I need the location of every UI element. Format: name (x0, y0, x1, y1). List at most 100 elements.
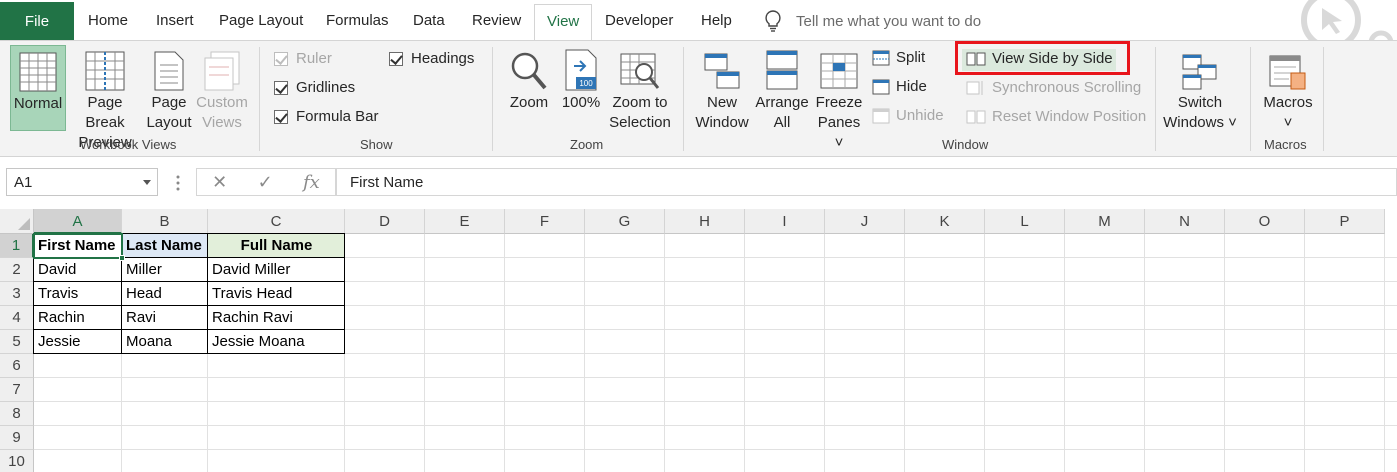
group-label-zoom: Zoom (570, 137, 604, 152)
column-header-j[interactable]: J (825, 209, 905, 234)
row-header-9[interactable]: 9 (0, 426, 34, 450)
tell-me-search[interactable]: Tell me what you want to do (764, 10, 981, 32)
new-window-button[interactable]: New Window (694, 45, 750, 133)
column-header-g[interactable]: G (585, 209, 665, 234)
column-header-i[interactable]: I (745, 209, 825, 234)
tab-review[interactable]: Review (472, 12, 521, 29)
custom-views-icon (204, 45, 240, 91)
cell-a4[interactable]: Rachin (34, 306, 122, 330)
column-header-f[interactable]: F (505, 209, 585, 234)
zoom-button[interactable]: Zoom (505, 45, 553, 113)
row-header-1[interactable]: 1 (0, 234, 34, 258)
select-all-button[interactable] (0, 209, 34, 234)
split-button[interactable]: Split (872, 49, 925, 66)
cell-b1[interactable]: Last Name (122, 234, 208, 258)
column-header-d[interactable]: D (345, 209, 425, 234)
cell-c1[interactable]: Full Name (208, 234, 345, 258)
zoom-100-button[interactable]: 100 100% (559, 45, 603, 113)
custom-views-button[interactable]: Custom Views (194, 45, 250, 133)
sync-scroll-icon (966, 80, 983, 95)
cell-c2[interactable]: David Miller (208, 258, 345, 282)
table-border-h (34, 281, 345, 282)
zoom-100-label: 100% (561, 94, 601, 111)
row-header-8[interactable]: 8 (0, 402, 34, 426)
cell-c4[interactable]: Rachin Ravi (208, 306, 345, 330)
tab-page-layout[interactable]: Page Layout (219, 12, 303, 29)
tab-insert[interactable]: Insert (156, 12, 194, 29)
name-box[interactable]: A1 (6, 168, 158, 196)
cell-c5[interactable]: Jessie Moana (208, 330, 345, 354)
group-label-workbook-views: Workbook Views (80, 137, 177, 152)
column-header-b[interactable]: B (122, 209, 208, 234)
arrange-all-label-2: All (773, 114, 791, 131)
tab-view[interactable]: View (534, 4, 593, 41)
cell-b3[interactable]: Head (122, 282, 208, 306)
macros-button[interactable]: Macros ˅ (1260, 45, 1316, 133)
reset-window-position-button[interactable]: Reset Window Position (966, 108, 1146, 125)
row-header-6[interactable]: 6 (0, 354, 34, 378)
active-cell-selection (33, 233, 123, 259)
row-header-2[interactable]: 2 (0, 258, 34, 282)
insert-function-icon[interactable]: fx (303, 172, 320, 193)
tab-help[interactable]: Help (701, 12, 732, 29)
cell-a5[interactable]: Jessie (34, 330, 122, 354)
column-header-l[interactable]: L (985, 209, 1065, 234)
group-label-window: Window (942, 137, 989, 152)
synchronous-scrolling-button[interactable]: Synchronous Scrolling (966, 79, 1141, 96)
formula-input[interactable]: First Name (336, 168, 1397, 196)
fill-handle[interactable] (119, 255, 125, 261)
tab-formulas[interactable]: Formulas (326, 12, 389, 29)
row-header-7[interactable]: 7 (0, 378, 34, 402)
highlight-annotation-box (955, 41, 1130, 75)
name-box-value: A1 (14, 174, 33, 191)
cell-b4[interactable]: Ravi (122, 306, 208, 330)
gridline-h (34, 401, 1397, 402)
cell-a2[interactable]: David (34, 258, 122, 282)
gridlines-checkbox[interactable]: Gridlines (274, 79, 355, 96)
chevron-down-icon[interactable] (143, 180, 151, 185)
cell-b2[interactable]: Miller (122, 258, 208, 282)
row-header-4[interactable]: 4 (0, 306, 34, 330)
normal-view-button[interactable]: Normal (10, 45, 66, 131)
column-header-n[interactable]: N (1145, 209, 1225, 234)
column-header-c[interactable]: C (208, 209, 345, 234)
row-header-5[interactable]: 5 (0, 330, 34, 354)
ruler-label: Ruler (296, 50, 332, 67)
cell-c3[interactable]: Travis Head (208, 282, 345, 306)
zoom-to-selection-button[interactable]: Zoom to Selection (606, 45, 674, 133)
gridline-h (34, 425, 1397, 426)
ruler-checkbox[interactable]: Ruler (274, 50, 332, 67)
more-vertical-icon[interactable] (176, 175, 180, 191)
formula-bar-checkbox[interactable]: Formula Bar (274, 108, 379, 125)
freeze-panes-button[interactable]: Freeze Panes ˅ (812, 45, 866, 153)
column-header-m[interactable]: M (1065, 209, 1145, 234)
tab-file[interactable]: File (0, 2, 74, 40)
custom-views-label-2: Views (202, 114, 242, 131)
arrange-all-button[interactable]: Arrange All (753, 45, 811, 133)
page-layout-view-button[interactable]: Page Layout (146, 45, 192, 133)
hide-button[interactable]: Hide (872, 78, 927, 95)
tab-home[interactable]: Home (88, 12, 128, 29)
column-header-h[interactable]: H (665, 209, 745, 234)
switch-windows-button[interactable]: Switch Windows ˅ (1160, 45, 1240, 133)
checkbox-icon (274, 109, 288, 124)
tab-data[interactable]: Data (413, 12, 445, 29)
tab-developer[interactable]: Developer (605, 12, 673, 29)
group-separator (1250, 47, 1251, 151)
column-header-p[interactable]: P (1305, 209, 1385, 234)
cell-b5[interactable]: Moana (122, 330, 208, 354)
column-header-o[interactable]: O (1225, 209, 1305, 234)
new-window-label-1: New (706, 94, 737, 111)
sync-scroll-label: Synchronous Scrolling (992, 79, 1142, 96)
column-header-a[interactable]: A (34, 209, 122, 234)
unhide-button[interactable]: Unhide (872, 107, 944, 124)
column-header-k[interactable]: K (905, 209, 985, 234)
headings-checkbox[interactable]: Headings (389, 50, 474, 67)
enter-icon[interactable]: ✓ (258, 172, 273, 193)
row-header-10[interactable]: 10 (0, 450, 34, 472)
cancel-icon[interactable]: ✕ (212, 172, 227, 193)
freeze-panes-label-1: Freeze (815, 94, 863, 111)
cell-a3[interactable]: Travis (34, 282, 122, 306)
column-header-e[interactable]: E (425, 209, 505, 234)
row-header-3[interactable]: 3 (0, 282, 34, 306)
